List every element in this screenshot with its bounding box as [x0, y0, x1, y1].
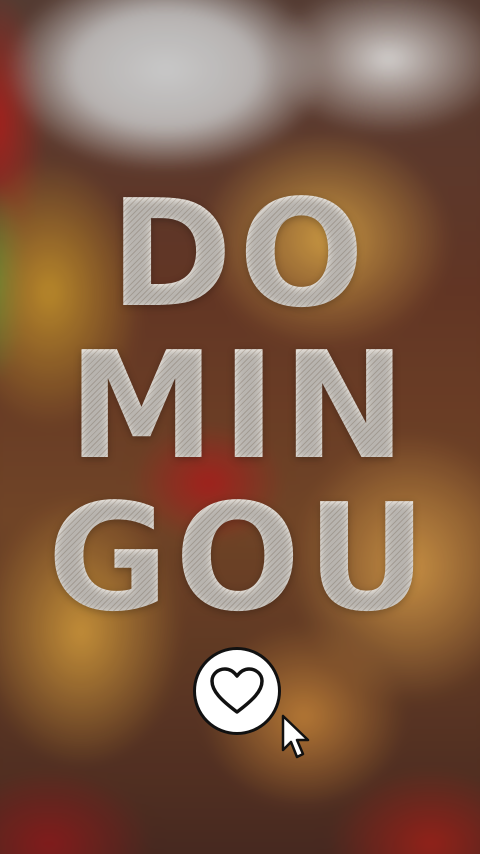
- title-line-2: MIN: [0, 330, 480, 482]
- title-line-1: DO: [0, 178, 480, 330]
- pointer-cursor-icon: [281, 714, 310, 759]
- heart-icon: [210, 667, 264, 714]
- brand-title: DO MIN GOU: [0, 178, 480, 634]
- title-line-3: GOU: [0, 482, 480, 634]
- favorite-button[interactable]: [193, 647, 281, 735]
- splash-screen: DO MIN GOU: [0, 0, 480, 854]
